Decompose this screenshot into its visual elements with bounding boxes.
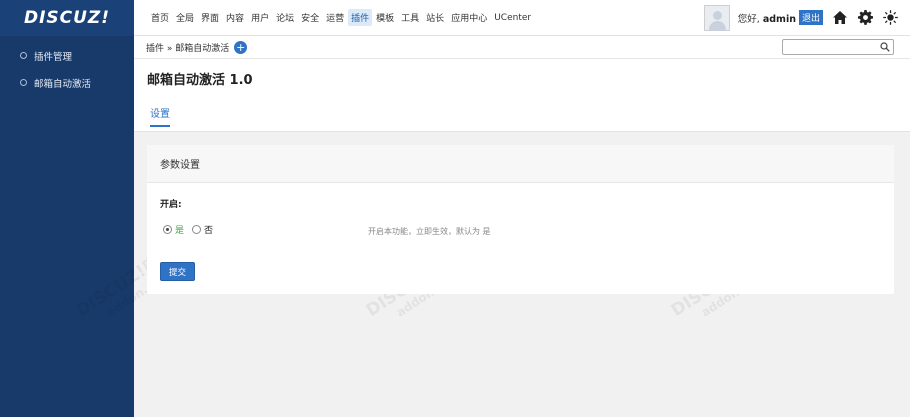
discuz-logo[interactable]: DISCUZ! — [0, 0, 134, 36]
nav-item-operations[interactable]: 运营 — [323, 9, 347, 26]
submit-button[interactable]: 提交 — [160, 262, 195, 281]
user-area: 您好, admin 退出 — [703, 4, 910, 31]
radio-yes-label[interactable]: 是 — [175, 223, 184, 236]
username: admin — [762, 13, 796, 25]
page-title: 邮箱自动激活 1.0 — [147, 73, 253, 88]
top-nav-bar: 首页 全局 界面 内容 用户 论坛 安全 运营 插件 模板 工具 站长 应用中心… — [134, 0, 910, 36]
page-header: 邮箱自动激活 1.0 设置 — [134, 59, 910, 132]
nav-item-home[interactable]: 首页 — [148, 9, 172, 26]
breadcrumb: 插件 » 邮箱自动激活 — [146, 43, 230, 54]
nav-item-security[interactable]: 安全 — [298, 9, 322, 26]
sidebar-item-label: 插件管理 — [34, 51, 73, 63]
circle-icon — [20, 79, 27, 86]
settings-card: 参数设置 开启: 是 否 开启本功能，立即生效，默认为 是 提交 — [147, 145, 894, 294]
sidebar-menu: 插件管理 邮箱自动激活 — [0, 36, 134, 96]
nav-item-content[interactable]: 内容 — [223, 9, 247, 26]
user-greeting: 您好, admin — [738, 11, 796, 25]
breadcrumb-bar: 插件 » 邮箱自动激活 + — [134, 36, 910, 59]
nav-item-webmaster[interactable]: 站长 — [423, 9, 447, 26]
radio-no[interactable] — [192, 225, 202, 234]
gear-icon[interactable] — [857, 10, 873, 26]
section-title: 参数设置 — [147, 145, 894, 183]
sidebar-item-email-activation[interactable]: 邮箱自动激活 — [0, 69, 134, 96]
sun-icon[interactable] — [882, 10, 898, 26]
search-input[interactable] — [782, 39, 894, 55]
sidebar-item-label: 邮箱自动激活 — [34, 78, 92, 90]
nav-item-ucenter[interactable]: UCenter — [491, 11, 534, 25]
nav-item-users[interactable]: 用户 — [248, 9, 272, 26]
enable-radio-group: 是 否 — [163, 223, 221, 236]
nav-item-tools[interactable]: 工具 — [398, 9, 422, 26]
logo-text: DISCUZ! — [23, 8, 111, 28]
main-nav: 首页 全局 界面 内容 用户 论坛 安全 运营 插件 模板 工具 站长 应用中心… — [134, 9, 535, 26]
avatar[interactable] — [703, 4, 730, 31]
radio-yes[interactable] — [163, 225, 172, 234]
greeting-text: 您好, — [737, 13, 760, 25]
nav-item-interface[interactable]: 界面 — [198, 9, 222, 26]
nav-item-plugins[interactable]: 插件 — [348, 9, 373, 26]
nav-item-forum[interactable]: 论坛 — [273, 9, 297, 26]
circle-icon — [20, 52, 27, 59]
nav-item-templates[interactable]: 模板 — [373, 9, 397, 26]
home-icon[interactable] — [832, 10, 848, 26]
sidebar-item-plugin-manage[interactable]: 插件管理 — [0, 42, 134, 69]
logout-button[interactable]: 退出 — [798, 10, 823, 25]
search-icon[interactable] — [880, 42, 890, 52]
add-shortcut-button[interactable]: + — [234, 40, 248, 54]
radio-no-label[interactable]: 否 — [204, 223, 213, 236]
sidebar: DISCUZ! 插件管理 邮箱自动激活 — [0, 0, 134, 417]
nav-item-app-center[interactable]: 应用中心 — [448, 9, 490, 26]
nav-item-global[interactable]: 全局 — [173, 9, 197, 26]
enable-field-label: 开启: — [160, 200, 182, 210]
field-hint: 开启本功能，立即生效，默认为 是 — [368, 227, 491, 236]
tab-settings[interactable]: 设置 — [150, 105, 170, 127]
